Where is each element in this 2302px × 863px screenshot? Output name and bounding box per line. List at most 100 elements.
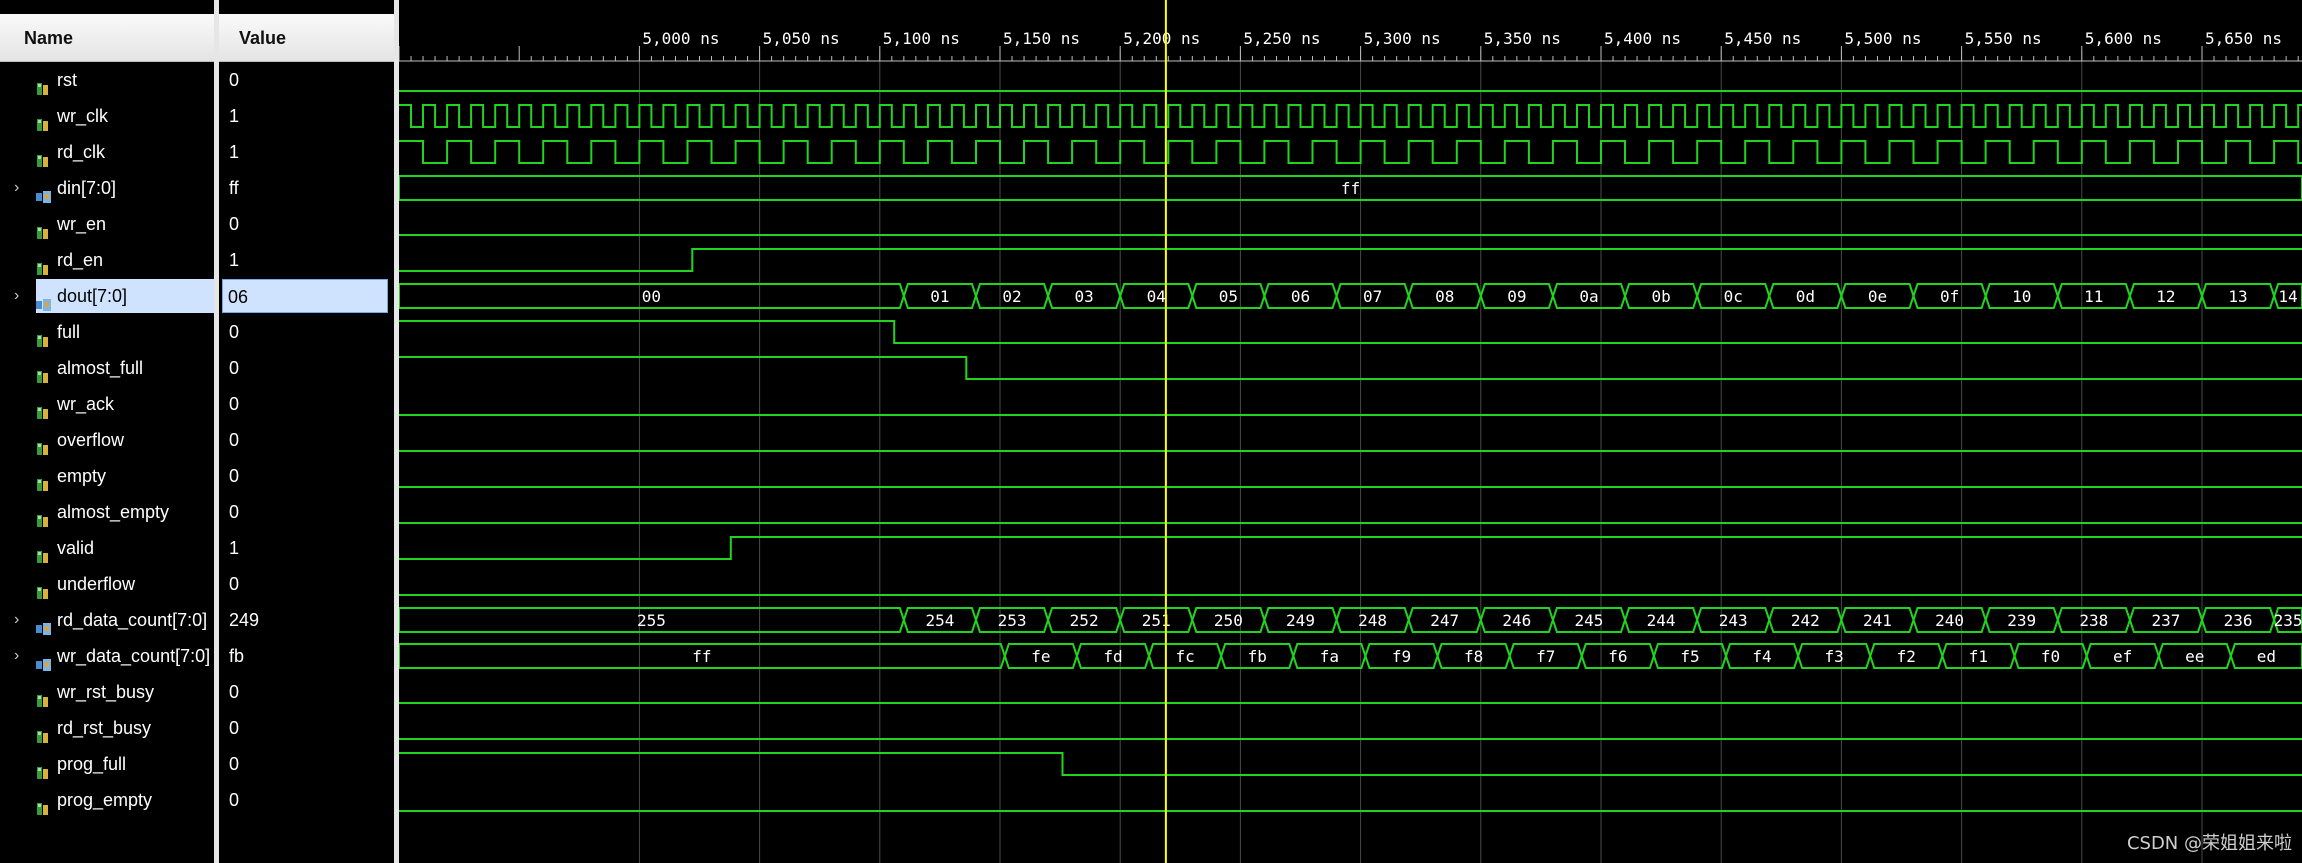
bit-signal-icon xyxy=(36,685,50,707)
signal-value-row[interactable]: 0 xyxy=(219,567,394,601)
wr_data_count-bus-value: ee xyxy=(2185,647,2204,666)
signal-name-row[interactable]: › din[7:0] xyxy=(0,171,214,205)
bit-signal-icon xyxy=(36,469,50,491)
rd_data_count-bus-value: 249 xyxy=(1286,611,1315,630)
signal-name-row[interactable]: prog_empty xyxy=(0,783,214,817)
ruler-tick-label: 5,400 ns xyxy=(1604,29,1681,48)
signal-value-row[interactable]: 0 xyxy=(219,315,394,349)
signal-value-row[interactable]: 1 xyxy=(219,531,394,565)
signal-name-row[interactable]: underflow xyxy=(0,567,214,601)
wr_data_count-bus-value: f9 xyxy=(1392,647,1411,666)
dout-bus-value: 07 xyxy=(1363,287,1382,306)
signal-name-row[interactable]: almost_full xyxy=(0,351,214,385)
signal-name-row[interactable]: valid xyxy=(0,531,214,565)
signal-value-row[interactable]: 0 xyxy=(219,423,394,457)
value-column-header[interactable]: Value xyxy=(219,14,394,62)
signal-name-label: almost_empty xyxy=(57,502,170,522)
signal-value-row[interactable]: 1 xyxy=(219,135,394,169)
signal-name-row[interactable]: full xyxy=(0,315,214,349)
signal-name-label: wr_ack xyxy=(57,394,115,414)
waveform-area[interactable]: 5,000 ns 5,050 ns 5,100 ns 5,150 ns 5,200 ns… xyxy=(399,0,2302,863)
signal-name-label: almost_full xyxy=(57,358,144,378)
wr_data_count-bus-value: fd xyxy=(1103,647,1122,666)
signal-value-text: ff xyxy=(229,178,239,198)
wr_data_count-bus-value: fc xyxy=(1175,647,1194,666)
ruler-tick-label: 5,350 ns xyxy=(1484,29,1561,48)
wr_data_count-bus-value: ed xyxy=(2257,647,2276,666)
signal-value-row[interactable]: 0 xyxy=(219,675,394,709)
signal-name-row[interactable]: › dout[7:0] xyxy=(0,279,214,313)
wr_data_count-bus-value: f5 xyxy=(1680,647,1699,666)
signal-value-row[interactable]: 1 xyxy=(219,243,394,277)
signal-value-text: 0 xyxy=(229,214,240,234)
signal-name-row[interactable]: rd_clk xyxy=(0,135,214,169)
signal-name-row[interactable]: almost_empty xyxy=(0,495,214,529)
bit-signal-icon xyxy=(36,721,50,743)
bus-signal-icon xyxy=(36,181,51,203)
signal-value-row[interactable]: 06 xyxy=(222,279,388,313)
dout-bus-value: 0a xyxy=(1579,287,1598,306)
watermark: CSDN @荣姐姐来啦 xyxy=(2126,833,2292,854)
signal-value-text: 0 xyxy=(229,70,240,90)
signal-value-row[interactable]: 0 xyxy=(219,63,394,97)
wr_data_count-bus-value: fa xyxy=(1320,647,1339,666)
expand-chevron-icon[interactable]: › xyxy=(14,639,28,673)
signal-name-row[interactable]: wr_ack xyxy=(0,387,214,421)
signal-value-row[interactable]: 0 xyxy=(219,459,394,493)
dout-bus-value: 00 xyxy=(642,287,661,306)
signal-name-label: rd_clk xyxy=(57,142,106,162)
signal-name-row[interactable]: wr_en xyxy=(0,207,214,241)
bus-signal-icon xyxy=(36,649,51,671)
rd_data_count-bus-value: 245 xyxy=(1575,611,1604,630)
signal-name-label: dout[7:0] xyxy=(57,286,128,306)
bus-signal-icon xyxy=(36,613,51,635)
dout-bus-value: 09 xyxy=(1507,287,1526,306)
rd_data_count-bus-value: 253 xyxy=(998,611,1027,630)
signal-value-row[interactable]: 0 xyxy=(219,495,394,529)
signal-value-row[interactable]: 0 xyxy=(219,783,394,817)
signal-name-row[interactable]: › rd_data_count[7:0] xyxy=(0,603,214,637)
signal-name-row[interactable]: wr_rst_busy xyxy=(0,675,214,709)
name-column-header[interactable]: Name xyxy=(0,14,214,62)
signal-value-row[interactable]: 249 xyxy=(219,603,394,637)
ruler-tick-label: 5,650 ns xyxy=(2205,29,2282,48)
rd_data_count-bus-value: 237 xyxy=(2151,611,2180,630)
dout-bus-value: 0c xyxy=(1724,287,1743,306)
signal-name-row[interactable]: overflow xyxy=(0,423,214,457)
expand-chevron-icon[interactable]: › xyxy=(14,171,28,205)
dout-bus-value: 02 xyxy=(1002,287,1021,306)
wr_data_count-bus-value: f8 xyxy=(1464,647,1483,666)
signal-name-row[interactable]: prog_full xyxy=(0,747,214,781)
ruler-tick-label: 5,550 ns xyxy=(1965,29,2042,48)
signal-value-text: 1 xyxy=(229,142,240,162)
signal-value-row[interactable]: 1 xyxy=(219,99,394,133)
signal-value-row[interactable]: 0 xyxy=(219,387,394,421)
signal-value-row[interactable]: 0 xyxy=(219,711,394,745)
signal-value-text: 0 xyxy=(229,466,240,486)
wr_data_count-bus-value: f3 xyxy=(1825,647,1844,666)
waveform-canvas[interactable]: 5,000 ns 5,050 ns 5,100 ns 5,150 ns 5,200 ns… xyxy=(399,0,2302,863)
ruler-tick-label: 5,050 ns xyxy=(763,29,840,48)
signal-name-row[interactable]: rst xyxy=(0,63,214,97)
expand-chevron-icon[interactable]: › xyxy=(14,603,28,637)
signal-value-text: 06 xyxy=(228,287,249,307)
signal-value-row[interactable]: 0 xyxy=(219,351,394,385)
expand-chevron-icon[interactable]: › xyxy=(14,279,28,313)
signal-name-row[interactable]: rd_rst_busy xyxy=(0,711,214,745)
signal-name-row[interactable]: rd_en xyxy=(0,243,214,277)
signal-value-row[interactable]: 0 xyxy=(219,747,394,781)
signal-value-text: 1 xyxy=(229,538,240,558)
signal-name-row[interactable]: empty xyxy=(0,459,214,493)
signal-value-row[interactable]: ff xyxy=(219,171,394,205)
bit-signal-icon xyxy=(36,505,50,527)
signal-value-row[interactable]: 0 xyxy=(219,207,394,241)
dout-bus-value: 01 xyxy=(930,287,949,306)
ruler-tick-label: 5,450 ns xyxy=(1724,29,1801,48)
signal-value-text: 0 xyxy=(229,430,240,450)
waveform-viewer: Name Value rst 0 wr_clk 1 rd_clk 1 › din[7:0] ff… xyxy=(0,0,2302,863)
signal-name-row[interactable]: wr_clk xyxy=(0,99,214,133)
signal-name-row[interactable]: › wr_data_count[7:0] xyxy=(0,639,214,673)
signal-name-label: wr_en xyxy=(57,214,107,234)
signal-value-row[interactable]: fb xyxy=(219,639,394,673)
rd_data_count-bus-value: 248 xyxy=(1358,611,1387,630)
